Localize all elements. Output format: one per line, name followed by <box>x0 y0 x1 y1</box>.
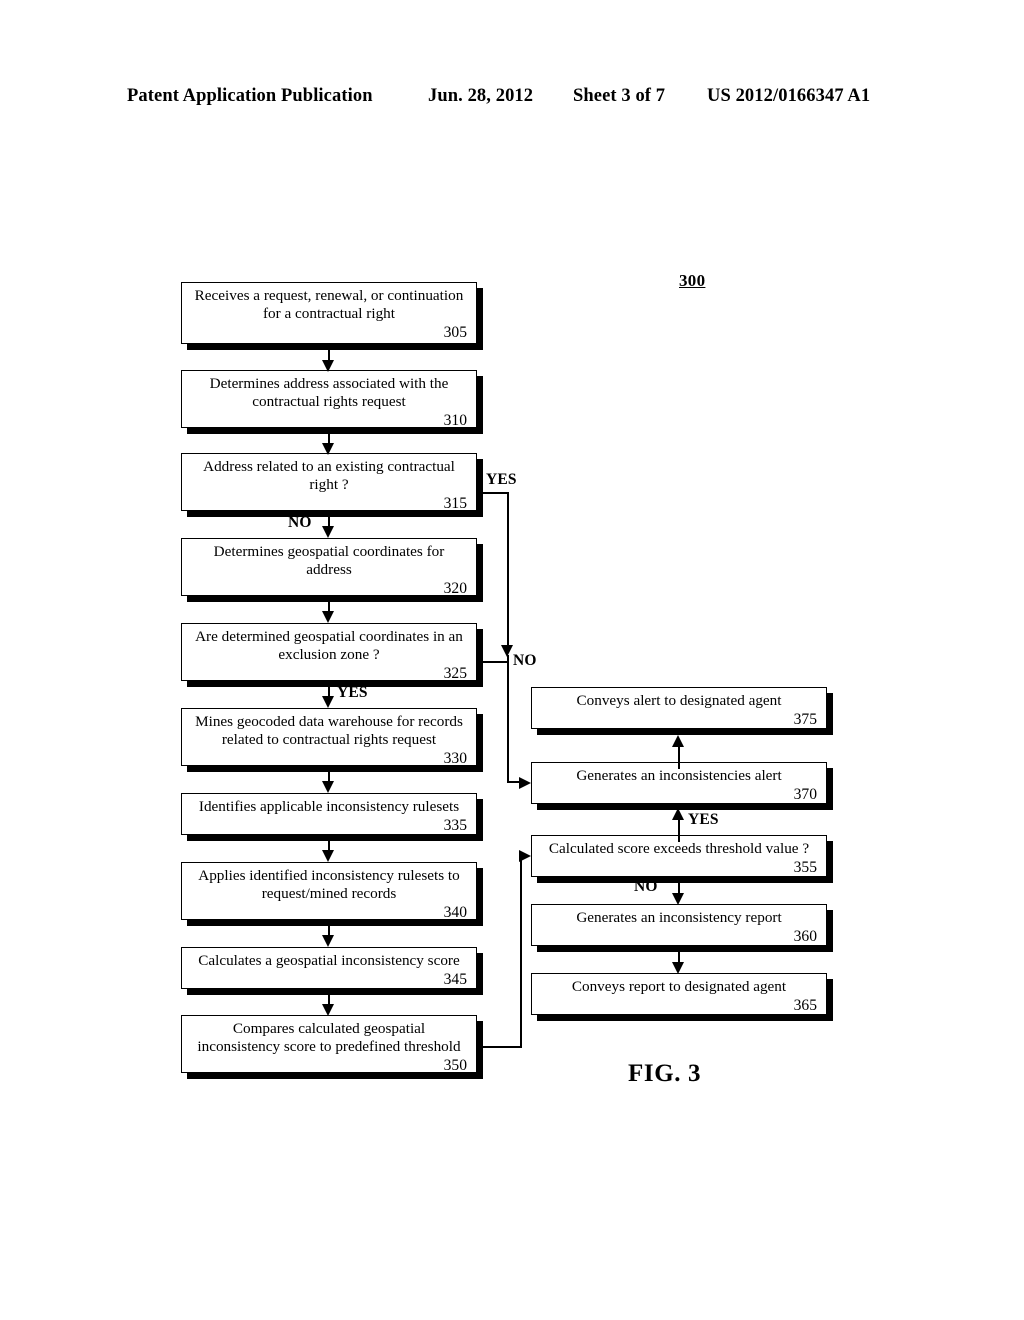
edge-340-345-arrow <box>321 935 334 947</box>
edge-330-335-arrow <box>321 781 334 793</box>
flow-node-350-number: 350 <box>443 1057 467 1074</box>
flow-node-375-text: Conveys alert to designated agent <box>576 692 782 709</box>
edge-350-355-v <box>520 856 522 1048</box>
flow-node-315-number: 315 <box>443 495 467 512</box>
flow-node-345-number: 345 <box>443 970 467 988</box>
flow-node-330-number: 330 <box>443 750 467 767</box>
edge-label-no-325: NO <box>513 652 537 669</box>
flow-node-360-number: 360 <box>793 927 817 945</box>
edge-315-yes-v <box>507 492 509 652</box>
flow-node-375-number: 375 <box>793 710 817 728</box>
flow-node-310: Determines address associated with the c… <box>181 370 477 429</box>
edge-315-320-arrow <box>321 526 334 538</box>
edge-325-no-h <box>477 661 509 663</box>
edge-315-yes-h <box>477 492 509 494</box>
flow-node-335: Identifies applicable inconsistency rule… <box>181 793 477 835</box>
edge-label-yes-355: YES <box>688 811 719 828</box>
edge-320-325-arrow <box>321 611 334 623</box>
flow-node-315-text: Address related to an existing contractu… <box>203 458 455 493</box>
flow-node-325: Are determined geospatial coordinates in… <box>181 623 477 682</box>
flow-node-365-text: Conveys report to designated agent <box>571 978 787 995</box>
flow-node-365: Conveys report to designated agent 365 <box>531 973 827 1015</box>
edge-trunk-to-370-v <box>507 655 509 783</box>
edge-370-375-arrow <box>671 735 684 747</box>
flow-node-330: Mines geocoded data warehouse for record… <box>181 708 477 767</box>
flow-node-360: Generates an inconsistency report 360 <box>531 904 827 946</box>
edge-350-355-arrow <box>519 849 531 862</box>
edge-350-355-h1 <box>477 1046 522 1048</box>
flow-node-335-number: 335 <box>443 816 467 834</box>
flow-node-340: Applies identified inconsistency ruleset… <box>181 862 477 921</box>
flow-node-315: Address related to an existing contractu… <box>181 453 477 512</box>
flow-node-350-text: Compares calculated geospatial inconsist… <box>197 1020 461 1055</box>
flow-node-370-text: Generates an inconsistencies alert <box>576 767 782 784</box>
edge-310-315-arrow <box>321 443 334 455</box>
flow-node-305-number: 305 <box>443 324 467 341</box>
flow-node-320-text: Determines geospatial coordinates for ad… <box>213 543 445 578</box>
flow-node-345-text: Calculates a geospatial inconsistency sc… <box>198 952 460 969</box>
flow-node-345: Calculates a geospatial inconsistency sc… <box>181 947 477 989</box>
flow-node-310-number: 310 <box>443 412 467 429</box>
flow-node-375: Conveys alert to designated agent 375 <box>531 687 827 729</box>
flow-node-305-text: Receives a request, renewal, or continua… <box>194 287 464 322</box>
edge-355-360-arrow <box>671 893 684 905</box>
flow-node-350: Compares calculated geospatial inconsist… <box>181 1015 477 1074</box>
edge-325-330-arrow <box>321 696 334 708</box>
flow-node-320: Determines geospatial coordinates for ad… <box>181 538 477 597</box>
flow-node-340-number: 340 <box>443 904 467 921</box>
flow-node-325-text: Are determined geospatial coordinates in… <box>195 628 463 663</box>
flow-node-335-text: Identifies applicable inconsistency rule… <box>198 798 460 815</box>
edge-trunk-to-370-arrow <box>519 776 531 789</box>
edge-355-370-arrow <box>671 808 684 820</box>
figure-reference-numeral: 300 <box>679 271 706 290</box>
flow-node-325-number: 325 <box>443 665 467 682</box>
flow-node-330-text: Mines geocoded data warehouse for record… <box>195 713 463 748</box>
edge-label-no-355: NO <box>634 878 658 895</box>
figure-caption: FIG. 3 <box>628 1060 702 1087</box>
flow-node-310-text: Determines address associated with the c… <box>209 375 449 410</box>
flow-node-360-text: Generates an inconsistency report <box>576 909 782 926</box>
edge-360-365-arrow <box>671 962 684 974</box>
edge-305-310-arrow <box>321 360 334 372</box>
flow-node-355-text: Calculated score exceeds threshold value… <box>548 840 810 857</box>
flow-node-320-number: 320 <box>443 580 467 597</box>
flow-node-355-number: 355 <box>793 858 817 876</box>
edge-label-yes-325: YES <box>337 684 368 701</box>
edge-335-340-arrow <box>321 850 334 862</box>
flow-node-370-number: 370 <box>793 785 817 803</box>
flow-node-340-text: Applies identified inconsistency ruleset… <box>198 867 460 902</box>
flowchart-diagram: 300 Receives a request, renewal, or cont… <box>0 0 1024 1320</box>
edge-label-yes-315: YES <box>486 471 517 488</box>
edge-label-no-315: NO <box>288 514 312 531</box>
flow-node-365-number: 365 <box>793 996 817 1014</box>
edge-345-350-arrow <box>321 1004 334 1016</box>
flow-node-305: Receives a request, renewal, or continua… <box>181 282 477 344</box>
